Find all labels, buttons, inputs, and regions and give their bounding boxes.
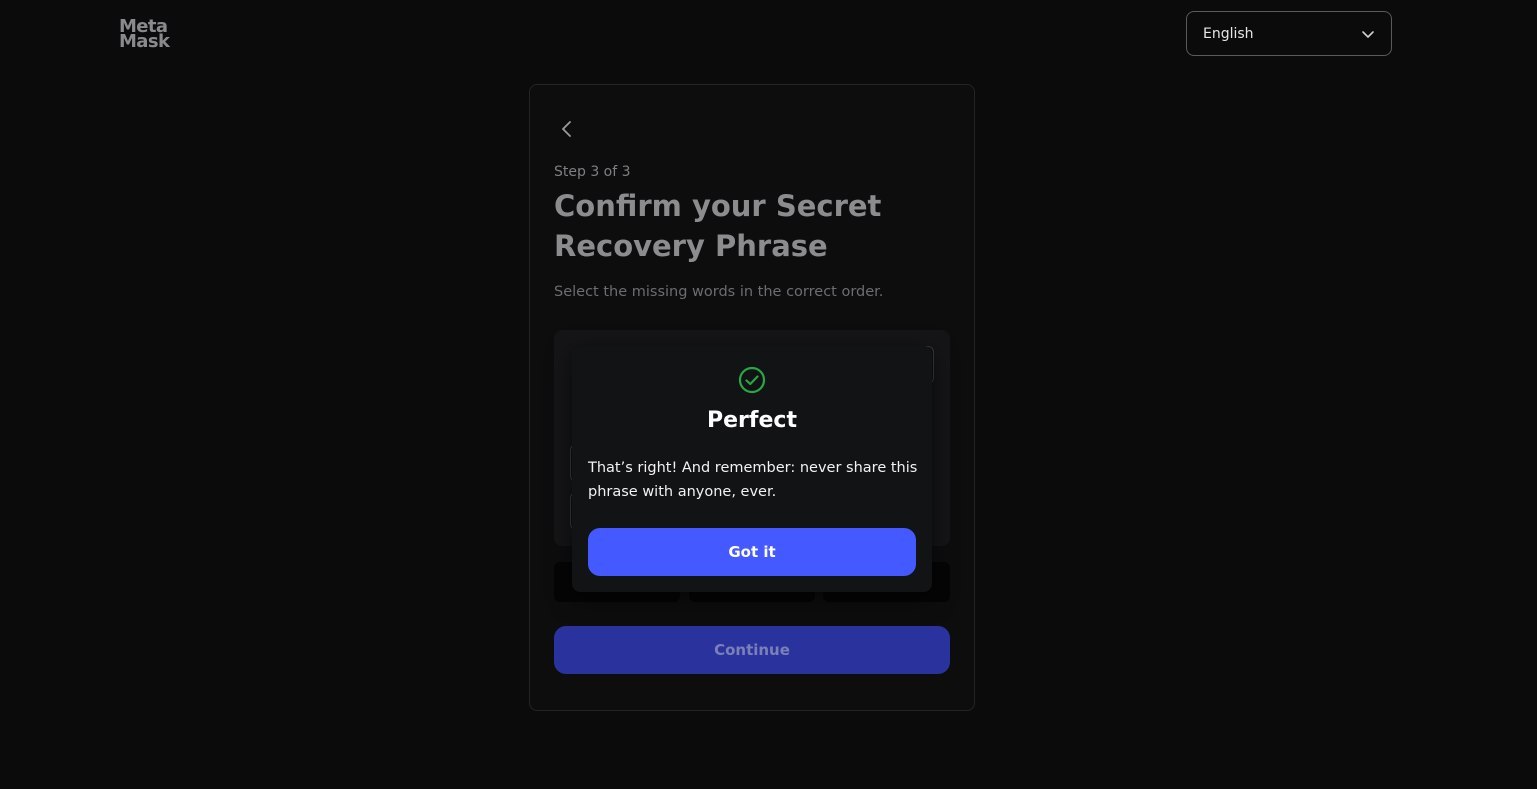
got-it-button[interactable]: Got it — [588, 528, 916, 576]
page-title: Confirm your Secret Recovery Phrase — [554, 189, 882, 263]
check-circle-icon — [738, 366, 766, 394]
modal-title: Perfect — [707, 408, 797, 433]
step-indicator: Step 3 of 3 — [554, 164, 631, 180]
success-modal: Perfect That’s right! And remember: neve… — [572, 346, 932, 592]
back-button[interactable] — [556, 120, 578, 142]
language-select-value: English — [1203, 25, 1254, 42]
chevron-down-icon — [1361, 27, 1375, 41]
chevron-left-icon — [560, 120, 574, 142]
metamask-logo: Meta Mask — [119, 18, 183, 52]
page-subtitle: Select the missing words in the correct … — [554, 284, 884, 300]
modal-message: That’s right! And remember: never share … — [588, 460, 918, 500]
logo-line-2: Mask — [119, 31, 170, 52]
language-select[interactable]: English — [1186, 11, 1392, 56]
continue-button[interactable]: Continue — [554, 626, 950, 674]
